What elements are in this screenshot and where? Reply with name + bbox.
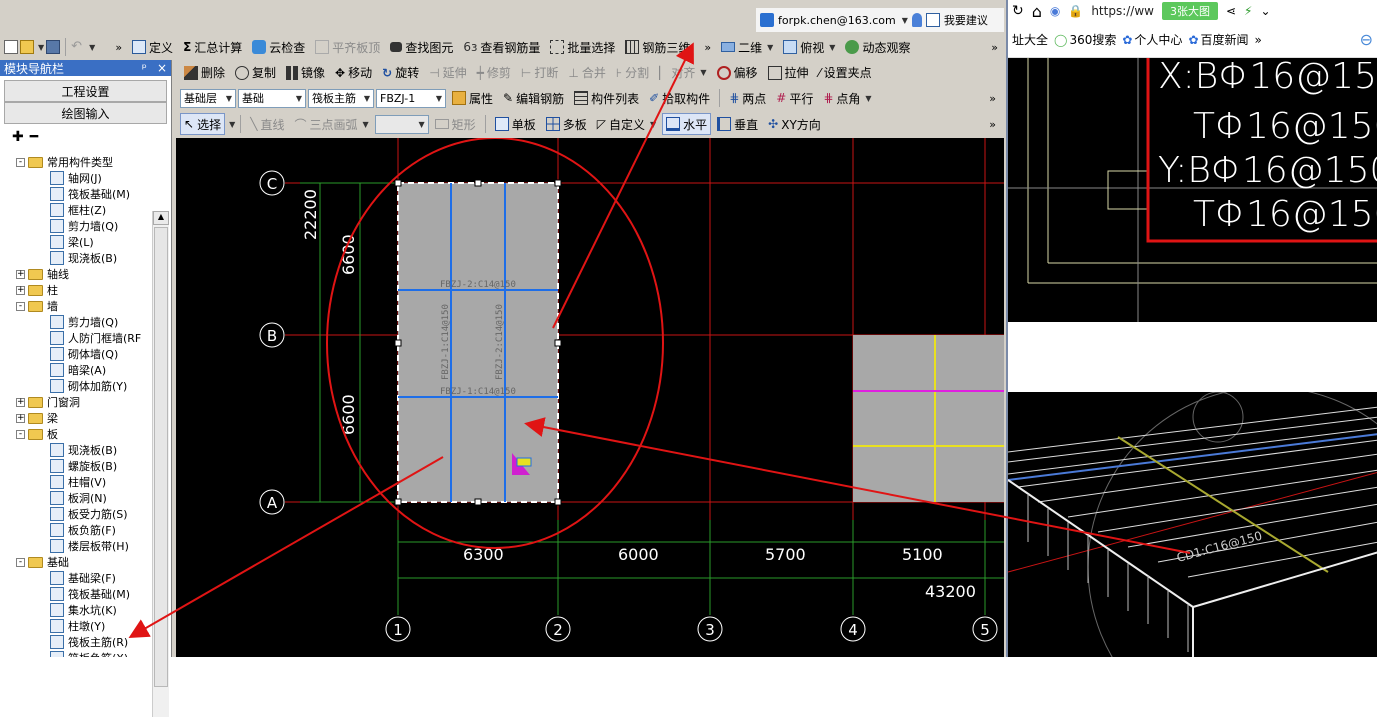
annotation-arrow: [552, 42, 694, 329]
annotation-overlay: [128, 42, 1191, 638]
annotation-arrow: [128, 456, 444, 638]
annotation-arrow: [524, 417, 1191, 554]
